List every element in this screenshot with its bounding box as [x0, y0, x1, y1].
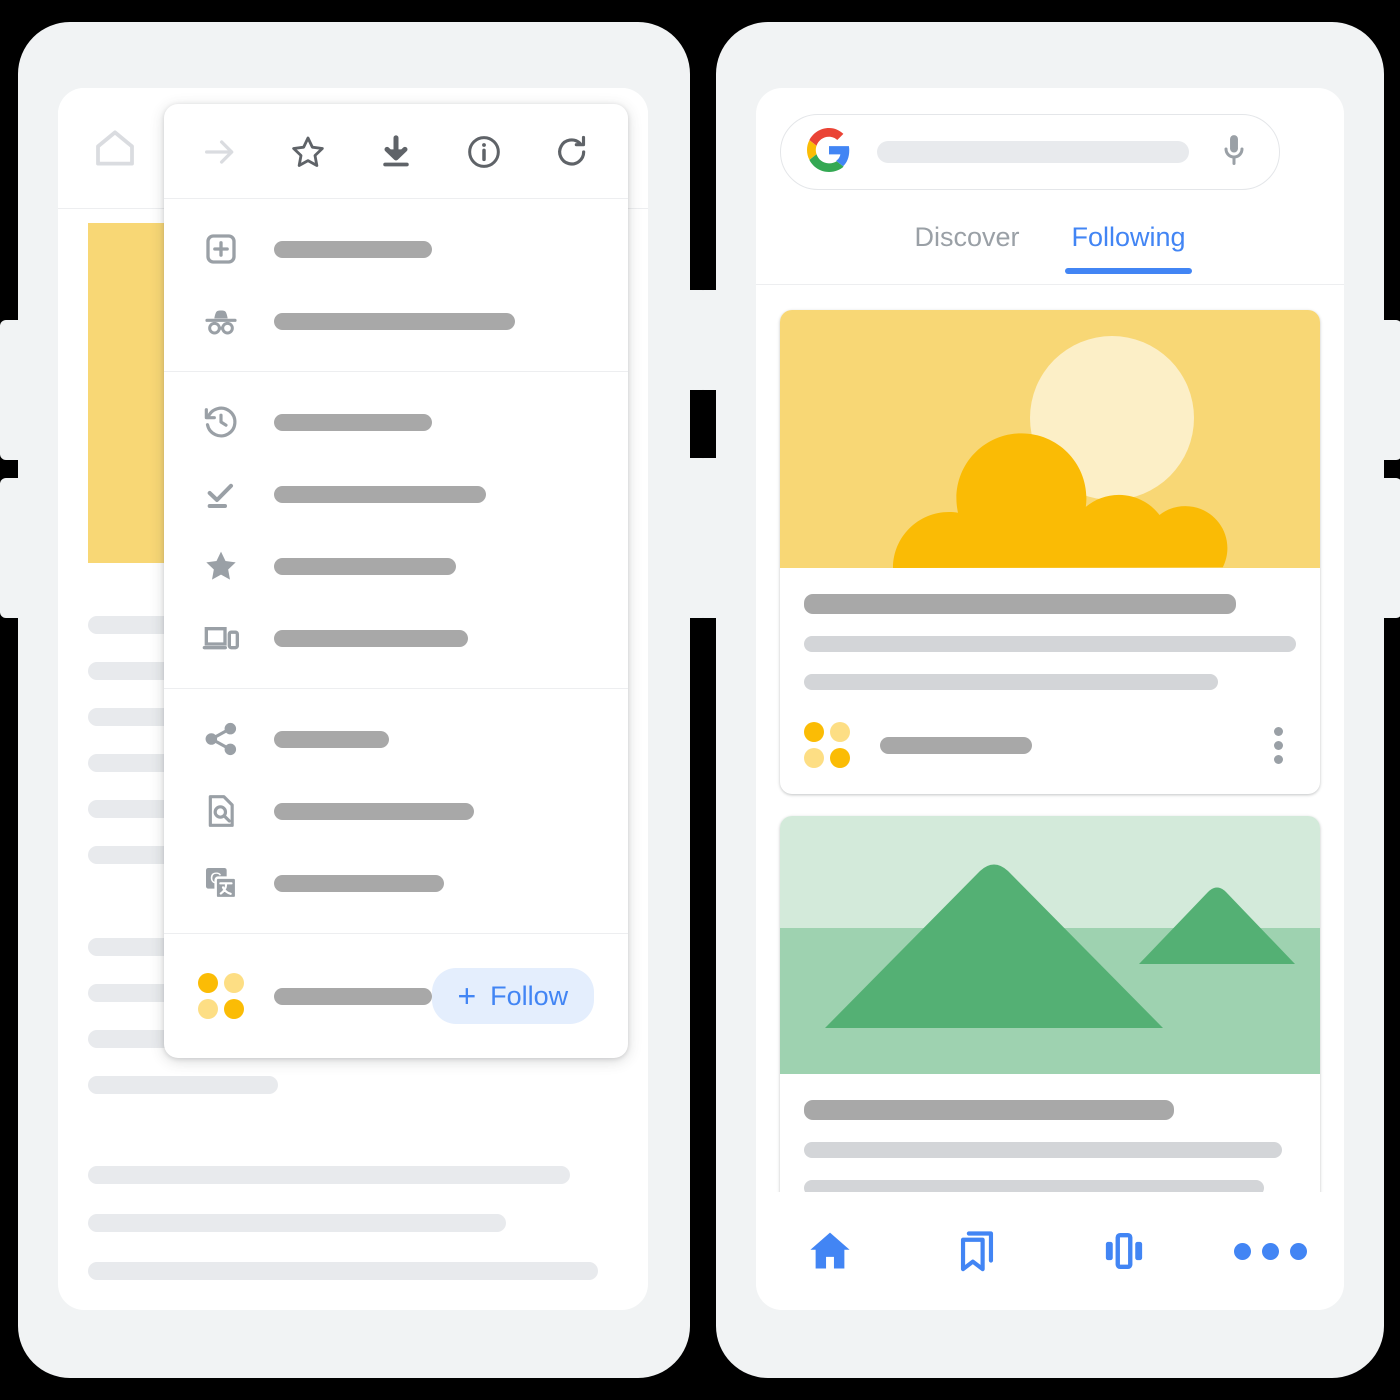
share-icon	[198, 716, 244, 762]
phone-right-extra-button[interactable]	[698, 458, 718, 618]
menu-item-desktop-site[interactable]	[164, 602, 628, 674]
microphone-icon[interactable]	[1215, 131, 1253, 174]
tab-following[interactable]: Following	[1065, 222, 1192, 274]
discover-screen: Discover Following	[756, 88, 1344, 1310]
menu-item-label-placeholder	[274, 874, 444, 892]
menu-item-label-placeholder	[274, 312, 515, 330]
menu-item-downloads[interactable]	[164, 458, 628, 530]
menu-item-incognito-tab[interactable]	[164, 285, 628, 357]
menu-item-translate[interactable]: G	[164, 847, 628, 919]
download-icon[interactable]	[374, 130, 418, 174]
plus-icon: +	[457, 978, 477, 1014]
reload-icon[interactable]	[550, 130, 594, 174]
menu-item-label-placeholder	[274, 485, 486, 503]
card-source-placeholder	[880, 736, 1032, 754]
menu-item-label-placeholder	[274, 557, 456, 575]
translate-icon: G	[198, 860, 244, 906]
follow-button[interactable]: + Follow	[431, 968, 594, 1024]
card-text-placeholder	[804, 636, 1296, 652]
info-circle-icon[interactable]	[462, 130, 506, 174]
phone-left-volume-down-button[interactable]	[0, 478, 20, 618]
more-vert-icon[interactable]	[1260, 727, 1296, 764]
feed-card-weather[interactable]	[780, 310, 1320, 794]
forward-arrow-icon[interactable]	[198, 130, 242, 174]
screenshot-stage: G + Follow	[0, 0, 1400, 1400]
menu-item-label-placeholder	[274, 730, 389, 748]
menu-section-tabs	[164, 199, 628, 372]
feed-card-mountains[interactable]	[780, 816, 1320, 1240]
new-tab-icon	[198, 226, 244, 272]
skeleton-line	[88, 1166, 570, 1184]
menu-item-label-placeholder	[274, 413, 432, 431]
incognito-icon	[198, 298, 244, 344]
star-outline-icon[interactable]	[286, 130, 330, 174]
phone-right-volume-up-button[interactable]	[1382, 320, 1400, 460]
tab-discover[interactable]: Discover	[914, 222, 1019, 271]
skeleton-line	[88, 1214, 506, 1232]
feed-card-footer	[804, 712, 1296, 772]
menu-item-find-in-page[interactable]	[164, 775, 628, 847]
menu-item-bookmarks[interactable]	[164, 530, 628, 602]
menu-item-history[interactable]	[164, 386, 628, 458]
google-dots-icon	[198, 973, 244, 1019]
card-title-placeholder	[804, 594, 1236, 614]
menu-quick-actions-row	[164, 104, 628, 199]
bookmarks-icon[interactable]	[941, 1215, 1013, 1287]
menu-item-label-placeholder	[274, 802, 474, 820]
menu-section-library	[164, 372, 628, 689]
menu-section-follow: + Follow	[164, 934, 628, 1058]
star-filled-icon	[198, 543, 244, 589]
partly-cloudy-illustration	[780, 310, 1320, 568]
card-title-placeholder	[804, 1100, 1174, 1120]
menu-item-label-placeholder	[274, 987, 432, 1005]
phone-right-power-button[interactable]	[698, 290, 718, 390]
history-icon	[198, 399, 244, 445]
phone-right-volume-down-button[interactable]	[1382, 478, 1400, 618]
home-icon[interactable]	[88, 124, 142, 172]
bottom-navigation-bar	[756, 1192, 1344, 1310]
menu-item-label-placeholder	[274, 629, 468, 647]
mountains-illustration	[780, 816, 1320, 1074]
menu-item-follow-site[interactable]: + Follow	[164, 948, 628, 1044]
downloads-check-icon	[198, 471, 244, 517]
browser-overflow-menu: G + Follow	[164, 104, 628, 1058]
search-input[interactable]	[877, 141, 1189, 163]
card-text-placeholder	[804, 1142, 1282, 1158]
home-filled-icon[interactable]	[794, 1215, 866, 1287]
card-text-placeholder	[804, 674, 1218, 690]
menu-item-new-tab[interactable]	[164, 213, 628, 285]
feed-card-weather-body	[780, 568, 1320, 794]
find-in-page-icon	[198, 788, 244, 834]
skeleton-line	[88, 1076, 278, 1094]
desktop-site-icon	[198, 615, 244, 661]
google-g-icon	[807, 127, 851, 177]
menu-item-share[interactable]	[164, 703, 628, 775]
search-bar[interactable]	[780, 114, 1280, 190]
menu-item-label-placeholder	[274, 240, 432, 258]
more-horiz-icon[interactable]	[1234, 1215, 1307, 1287]
phone-left-volume-up-button[interactable]	[0, 320, 20, 460]
google-dots-icon	[804, 722, 850, 768]
feed-tabs: Discover Following	[756, 222, 1344, 285]
skeleton-line	[88, 1262, 598, 1280]
follow-button-label: Follow	[490, 980, 569, 1011]
menu-section-page-actions: G	[164, 689, 628, 934]
recent-tabs-icon[interactable]	[1088, 1215, 1160, 1287]
